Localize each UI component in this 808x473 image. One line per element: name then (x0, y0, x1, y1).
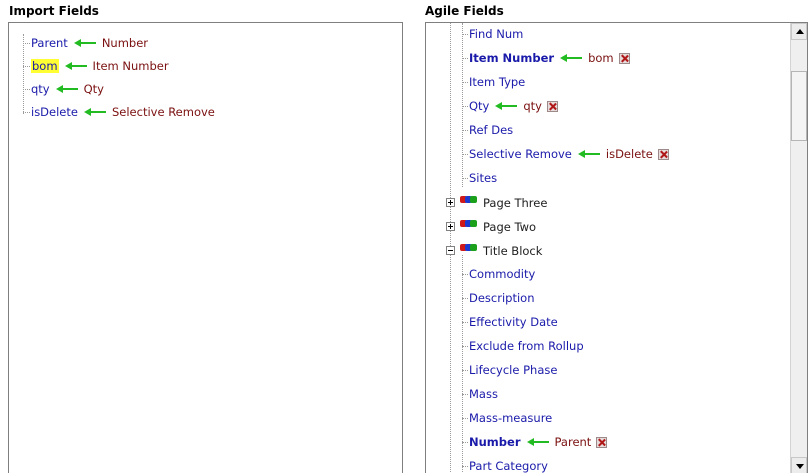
agile-field-mass-measure[interactable]: Mass-measure (462, 408, 552, 428)
field-label: Lifecycle Phase (469, 363, 558, 377)
field-label: Commodity (469, 267, 536, 281)
field-label: Sites (469, 171, 498, 185)
import-field-name-selected: bom (31, 59, 59, 73)
collapse-icon[interactable] (446, 246, 455, 255)
field-label: Qty (469, 99, 490, 113)
remove-mapping-icon[interactable] (596, 436, 608, 448)
field-label: Item Type (469, 75, 526, 89)
group-label: Page Three (483, 196, 548, 210)
group-label: Page Two (483, 220, 537, 234)
mapping-arrow-icon (83, 107, 106, 117)
import-fields-panel: Parent Number bom Item Number qty Qty is… (8, 22, 403, 473)
mapping-arrow-icon (560, 53, 583, 63)
mapping-arrow-icon (526, 437, 549, 447)
agile-field-selective-remove[interactable]: Selective Remove isDelete (462, 144, 669, 164)
import-item-parent[interactable]: Parent Number (23, 33, 148, 53)
agile-field-effectivity-date[interactable]: Effectivity Date (462, 312, 558, 332)
agile-field-item-type[interactable]: Item Type (462, 72, 525, 92)
group-icon (460, 196, 480, 204)
agile-field-number[interactable]: Number Parent (462, 432, 608, 452)
field-label: Item Number (469, 51, 555, 65)
field-label: Part Category (469, 459, 548, 473)
agile-field-exclude-from-rollup[interactable]: Exclude from Rollup (462, 336, 584, 356)
group-icon (460, 244, 480, 252)
field-label: Description (469, 291, 535, 305)
agile-fields-panel: Find Num Item Number bom Item Type Qty q… (425, 22, 808, 473)
mapped-from-label: Parent (554, 435, 592, 449)
mapping-arrow-icon (55, 84, 78, 94)
mapping-arrow-icon (64, 61, 87, 71)
mapped-field-name: Number (101, 36, 149, 50)
vertical-scrollbar[interactable] (790, 23, 807, 473)
group-title-block[interactable]: Title Block (460, 241, 542, 261)
agile-field-description[interactable]: Description (462, 288, 535, 308)
arrow-up-icon (796, 29, 804, 34)
mapped-from-label: isDelete (605, 147, 653, 161)
import-fields-title: Import Fields (9, 4, 99, 18)
agile-field-lifecycle-phase[interactable]: Lifecycle Phase (462, 360, 557, 380)
expand-icon[interactable] (446, 222, 455, 231)
import-field-name: isDelete (31, 105, 78, 119)
mapping-arrow-icon (577, 149, 600, 159)
field-label: Ref Des (469, 123, 514, 137)
mapped-field-name: Selective Remove (111, 105, 215, 119)
field-label: Mass-measure (469, 411, 553, 425)
group-icon (460, 220, 480, 228)
field-label: Find Num (469, 27, 524, 41)
scroll-up-button[interactable] (791, 23, 807, 40)
agile-field-item-number[interactable]: Item Number bom (462, 48, 630, 68)
mapped-from-label: qty (523, 99, 542, 113)
field-label: Number (469, 435, 521, 449)
mapped-field-name: Item Number (92, 59, 169, 73)
mapped-from-label: bom (588, 51, 614, 65)
field-label: Effectivity Date (469, 315, 558, 329)
agile-field-ref-des[interactable]: Ref Des (462, 120, 513, 140)
remove-mapping-icon[interactable] (657, 148, 669, 160)
scroll-down-button[interactable] (791, 457, 807, 473)
mapping-arrow-icon (73, 38, 96, 48)
scroll-thumb[interactable] (791, 71, 807, 141)
agile-field-qty[interactable]: Qty qty (462, 96, 558, 116)
agile-field-part-category[interactable]: Part Category (462, 456, 548, 473)
mapping-arrow-icon (495, 101, 518, 111)
expand-icon[interactable] (446, 198, 455, 207)
import-item-qty[interactable]: qty Qty (23, 79, 104, 99)
arrow-down-icon (796, 464, 804, 469)
import-field-name: Parent (31, 36, 68, 50)
agile-field-sites[interactable]: Sites (462, 168, 497, 188)
field-label: Mass (469, 387, 498, 401)
import-item-bom[interactable]: bom Item Number (23, 56, 169, 76)
mapped-field-name: Qty (83, 82, 104, 96)
import-item-isdelete[interactable]: isDelete Selective Remove (23, 102, 215, 122)
remove-mapping-icon[interactable] (547, 100, 558, 112)
group-page-two[interactable]: Page Two (460, 217, 536, 237)
agile-field-commodity[interactable]: Commodity (462, 264, 535, 284)
import-field-name: qty (31, 82, 50, 96)
field-label: Exclude from Rollup (469, 339, 584, 353)
agile-fields-title: Agile Fields (425, 4, 504, 18)
agile-field-find-num[interactable]: Find Num (462, 24, 523, 44)
group-page-three[interactable]: Page Three (460, 193, 547, 213)
remove-mapping-icon[interactable] (618, 52, 630, 64)
group-label: Title Block (483, 244, 543, 258)
agile-field-mass[interactable]: Mass (462, 384, 498, 404)
field-label: Selective Remove (469, 147, 572, 161)
